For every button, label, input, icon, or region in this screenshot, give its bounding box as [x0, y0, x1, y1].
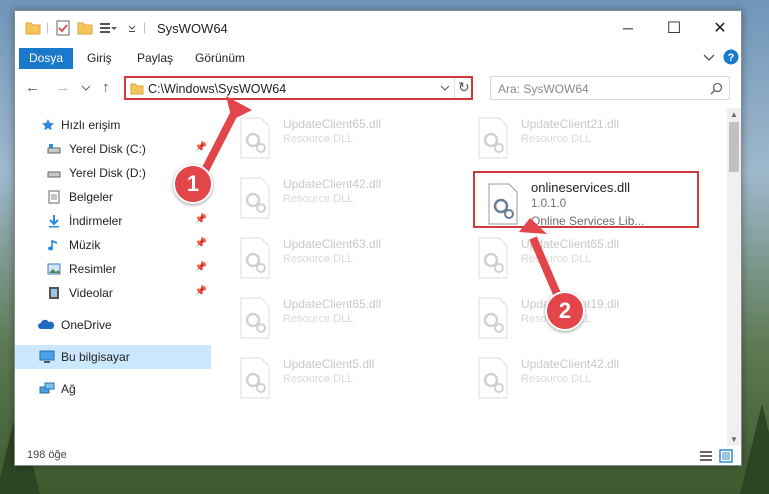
step-1-callout: 1	[173, 164, 213, 204]
annotation-layer	[196, 96, 567, 310]
step-2-callout: 2	[545, 291, 585, 331]
arrow-2-head	[519, 218, 547, 234]
